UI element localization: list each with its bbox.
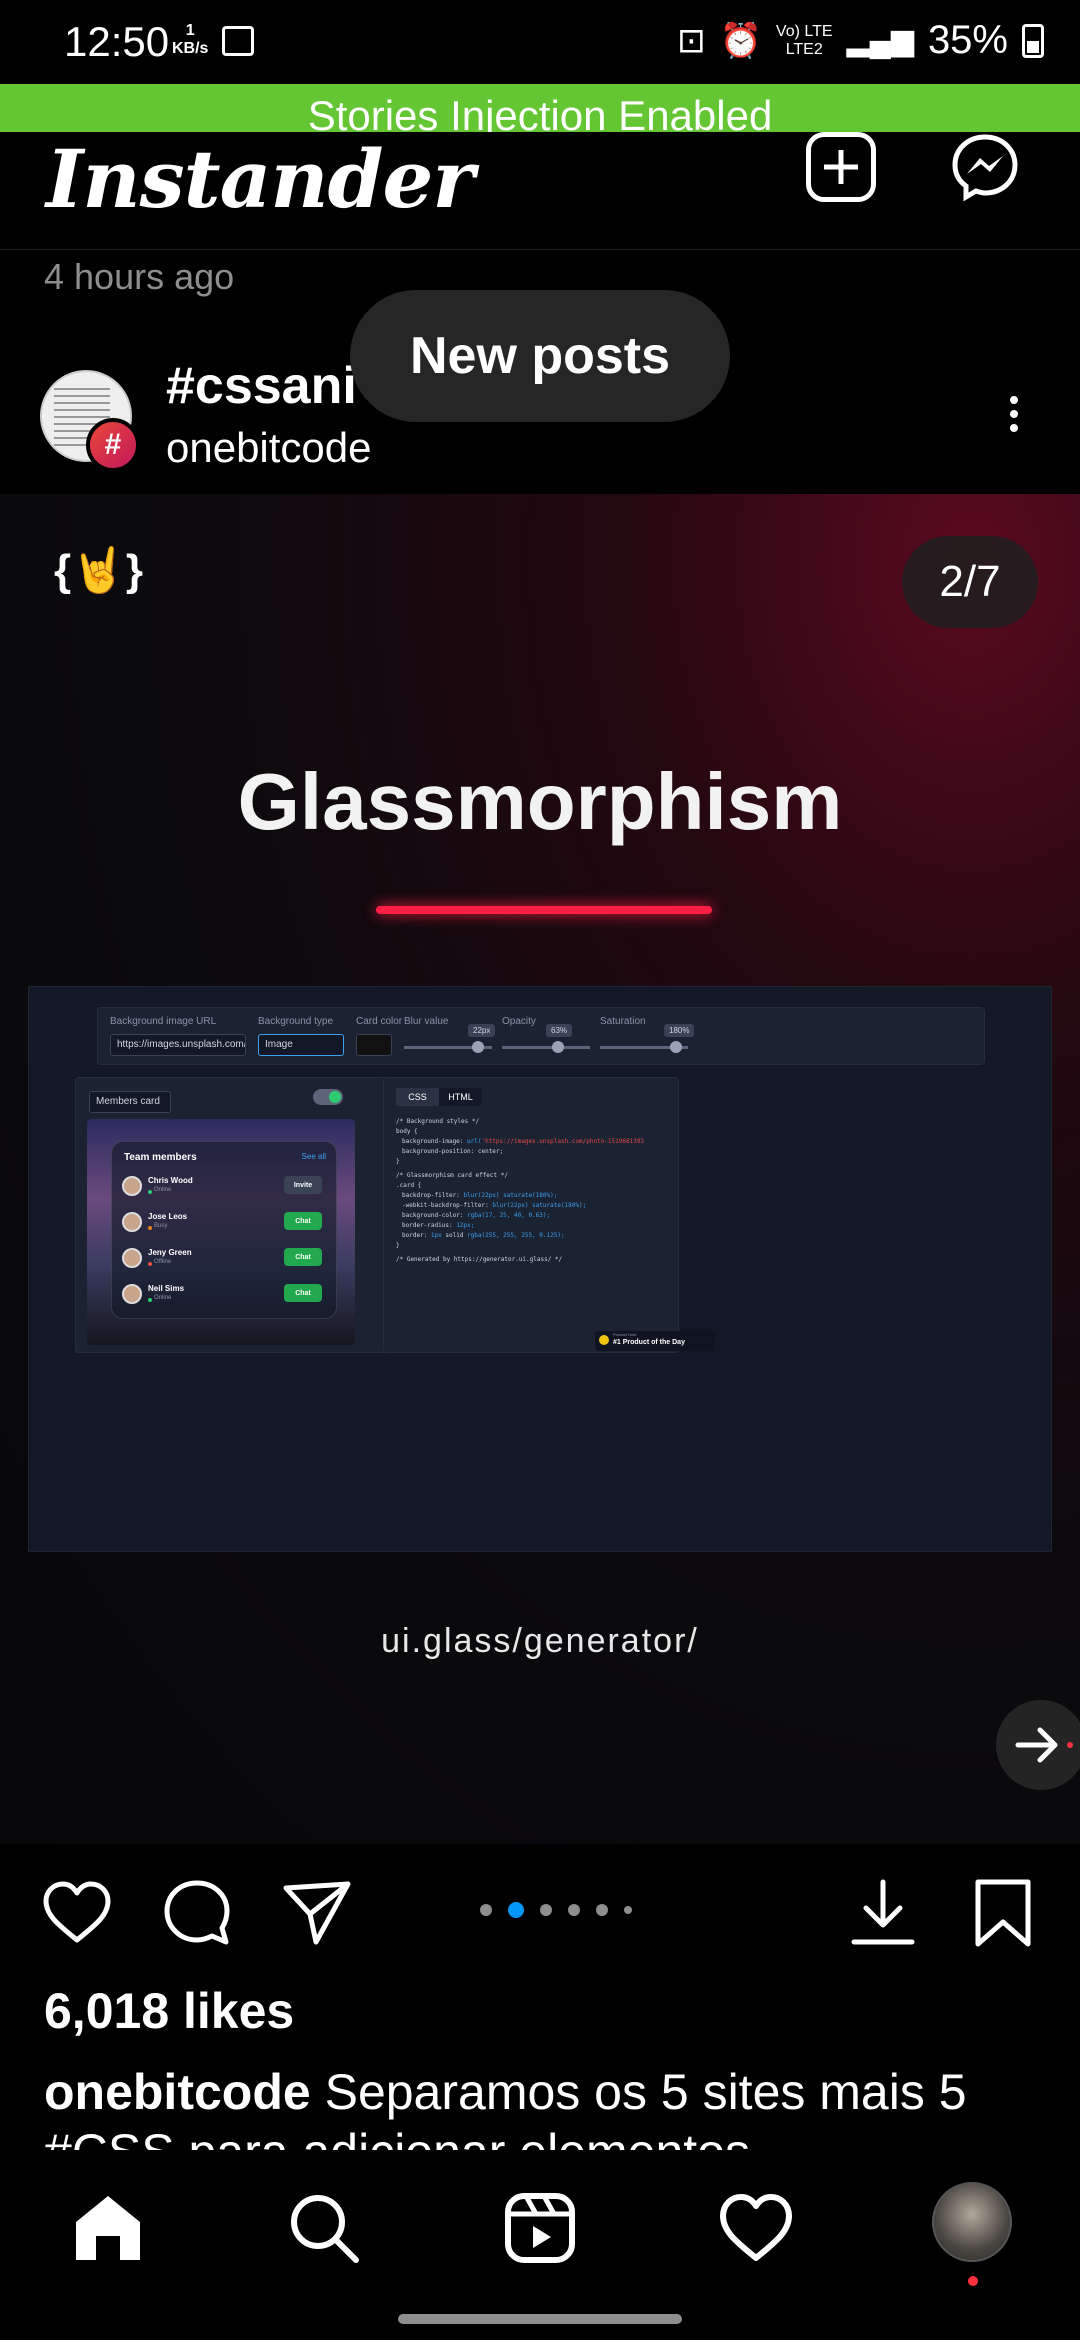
status-time: 12:50 [64,18,170,65]
hashtag-badge: # [86,418,140,472]
new-post-button[interactable] [806,132,876,202]
post-hashtag[interactable]: #cssanimation [166,356,356,416]
app-logo: Instander [46,132,475,226]
title-underline [376,906,712,914]
home-indicator[interactable] [398,2314,682,2324]
like-button[interactable] [40,1876,114,1950]
product-hunt-badge: Product Hunt #1 Product of the Day [595,1331,715,1351]
medal-icon [599,1335,609,1345]
code-panel: CSS HTML /* Background styles */ body { … [383,1077,679,1353]
nav-profile-avatar[interactable] [932,2182,1012,2262]
glass-card: Team members See all Chris Wood Online I… [111,1141,337,1319]
bottom-navigation [0,2150,1080,2340]
nav-reels[interactable] [500,2188,580,2268]
reels-icon [505,2193,575,2263]
bookmark-icon [975,1879,1031,1947]
slide-title: Glassmorphism [237,757,843,846]
stories-injection-banner: Stories Injection Enabled [0,84,1080,132]
controls-panel: Background image URL https://images.unsp… [97,1007,985,1065]
nav-search[interactable] [284,2188,364,2268]
status-bar: 12:50 1 KB/s ⊡ ⏰ Vo) LTE LTE2 ▂▄▆ 35% [0,0,1080,84]
home-icon [76,2196,140,2260]
gallery-icon [222,26,254,56]
network-speed: 1 KB/s [172,22,209,57]
heart-icon [43,1881,111,1943]
carousel-dot [540,1904,552,1916]
alarm-icon: ⏰ [719,21,762,60]
arrow-right-icon [1015,1727,1073,1763]
app-header: Instander [0,132,1080,250]
post-time: 4 hours ago [44,256,235,297]
glass-preview-background: Team members See all Chris Wood Online I… [87,1119,355,1345]
slide-counter: 2/7 [902,536,1038,628]
screenshot-icon: ⊡ [677,21,706,60]
onebitcode-logo: {🤘} [54,546,144,595]
nav-activity[interactable] [716,2188,796,2268]
generator-preview: Background image URL https://images.unsp… [28,986,1052,1552]
post-media[interactable]: {🤘} 2/7 Glassmorphism Background image U… [0,494,1080,1844]
comment-icon [164,1880,230,1945]
heart-icon [720,2194,792,2261]
carousel-dots [480,1902,632,1918]
member-row: Jeny Green Offline Chat [122,1244,328,1284]
download-button[interactable] [846,1876,920,1950]
signal-icon: ▂▄▆ [846,24,914,57]
carousel-dot [596,1904,608,1916]
member-row: Neil Sims Online Chat [122,1280,328,1320]
banner-text: Stories Injection Enabled [307,92,773,132]
network-label: Vo) LTE LTE2 [775,22,833,58]
nav-home[interactable] [68,2188,148,2268]
member-row: Jose Leos Busy Chat [122,1208,328,1248]
search-icon [291,2195,359,2263]
post-caption[interactable]: onebitcode Separamos os 5 sites mais 5 #… [44,2062,1054,2154]
battery-percent: 35% [927,18,1008,62]
battery-icon [1022,23,1044,58]
new-posts-button[interactable]: New posts [350,290,730,422]
download-icon [851,1879,915,1945]
save-button[interactable] [966,1876,1040,1950]
post-author[interactable]: onebitcode [166,424,372,472]
slide-url: ui.glass/generator/ [381,1622,699,1660]
comment-button[interactable] [160,1876,234,1950]
carousel-dot [568,1904,580,1916]
carousel-dot [480,1904,492,1916]
status-icons: ⊡ ⏰ Vo) LTE LTE2 ▂▄▆ 35% [677,18,1044,63]
messenger-icon[interactable] [950,132,1020,202]
next-slide-button[interactable] [996,1700,1080,1790]
carousel-dot [624,1906,632,1914]
member-row: Chris Wood Online Invite [122,1172,328,1212]
send-icon [283,1881,351,1945]
caption-author[interactable]: onebitcode [44,2064,311,2120]
theme-toggle [313,1089,343,1105]
carousel-dot-active [508,1902,524,1918]
more-options-icon[interactable] [1000,390,1028,450]
share-button[interactable] [280,1876,354,1950]
likes-count[interactable]: 6,018 likes [44,1982,294,2040]
notification-dot [968,2276,978,2286]
